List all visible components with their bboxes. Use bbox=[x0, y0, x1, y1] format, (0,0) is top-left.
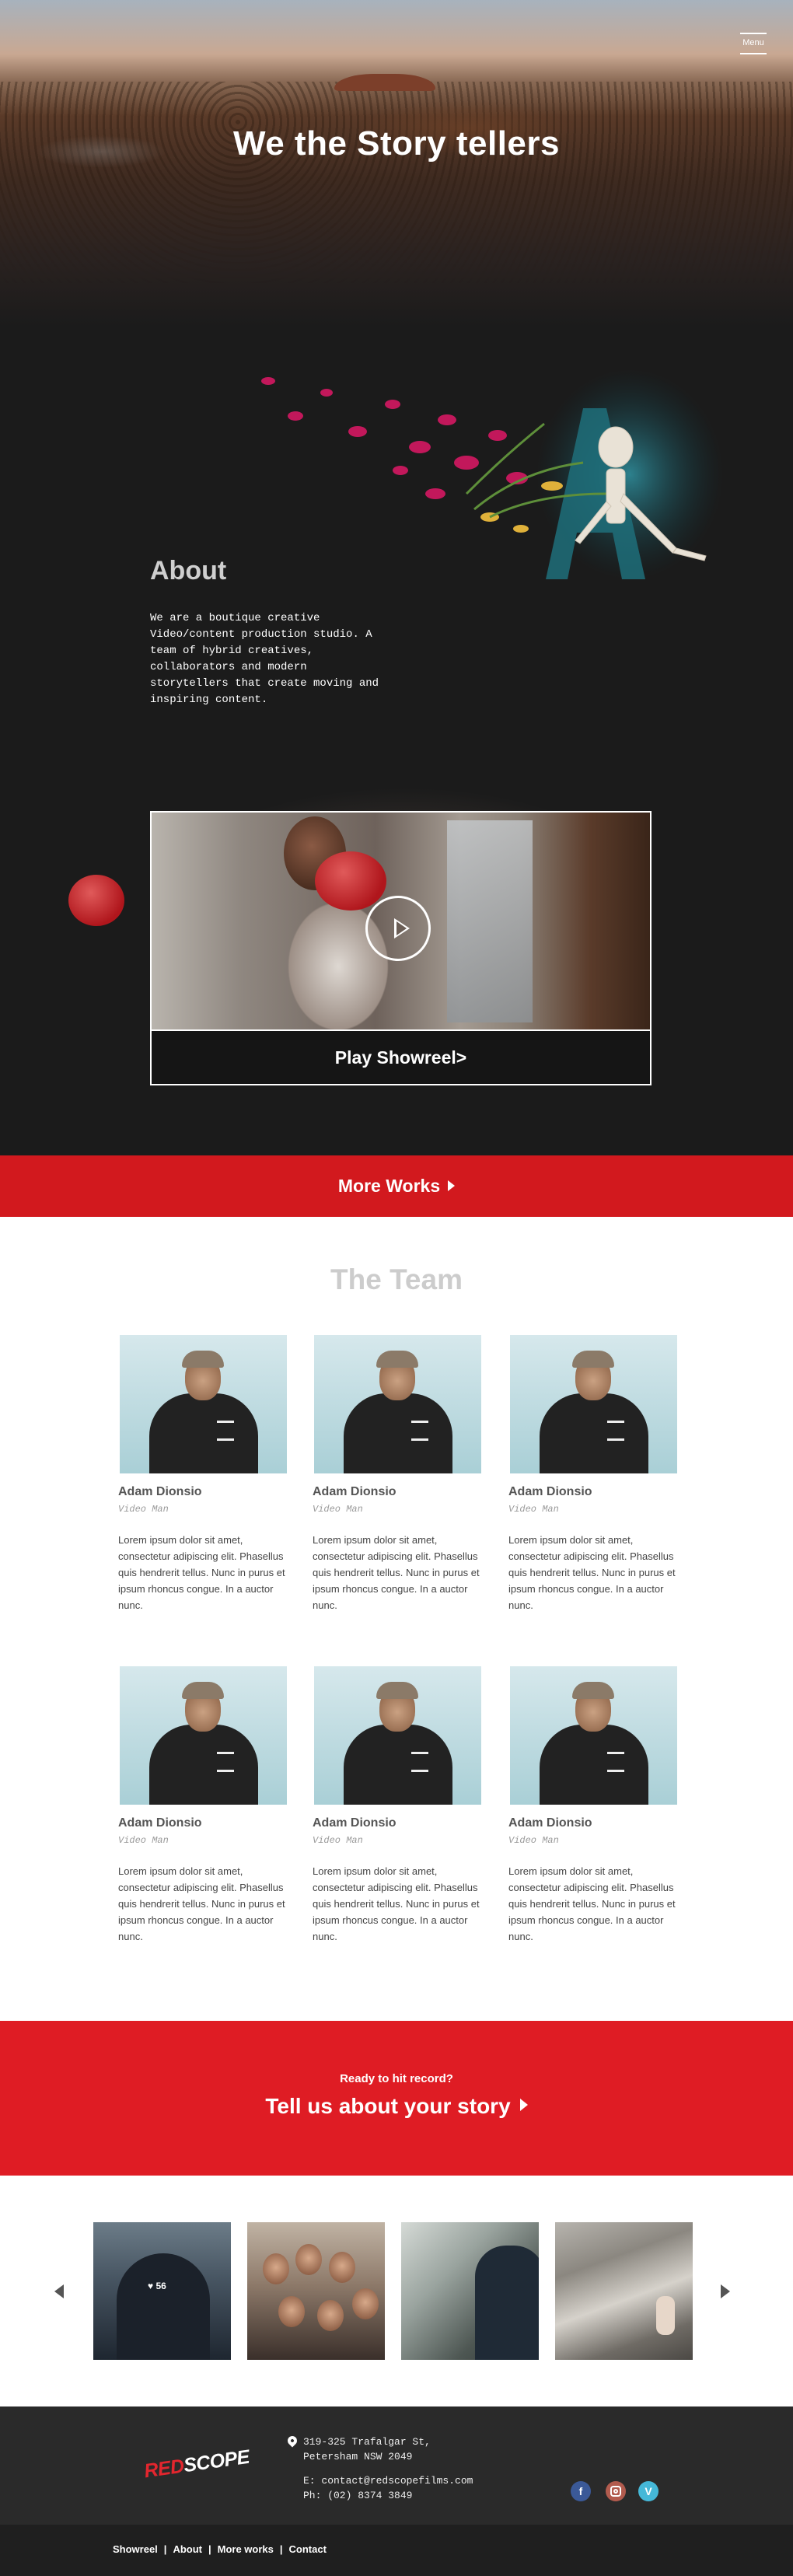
logo-white-part: SCOPE bbox=[182, 2445, 251, 2477]
caret-right-icon bbox=[448, 1180, 456, 1191]
window-background bbox=[447, 820, 533, 1022]
man-figure bbox=[475, 2246, 539, 2360]
nav-separator: | bbox=[163, 2543, 167, 2555]
footer-phone[interactable]: Ph: (02) 8374 3849 bbox=[303, 2488, 473, 2503]
team-title: The Team bbox=[330, 1264, 463, 1295]
bottom-nav-links: Showreel | About | More works | Contact bbox=[113, 2543, 327, 2555]
hero-section: Menu We the Story tellers bbox=[0, 0, 793, 358]
footer-email[interactable]: E: contact@redscopefilms.com bbox=[303, 2473, 473, 2488]
redscope-logo[interactable]: REDSCOPE bbox=[143, 2446, 251, 2483]
boxing-glove-left bbox=[68, 875, 124, 926]
gallery-image[interactable] bbox=[401, 2222, 539, 2360]
about-heading: About bbox=[150, 556, 227, 585]
climber-figure bbox=[656, 2296, 675, 2335]
team-member-role: Video Man bbox=[118, 1504, 169, 1515]
team-member-photo bbox=[510, 1335, 677, 1473]
nav-separator: | bbox=[279, 2543, 283, 2555]
team-member-bio: Lorem ipsum dolor sit amet, consectetur … bbox=[508, 1534, 676, 1611]
team-member-role: Video Man bbox=[118, 1835, 169, 1846]
group-face bbox=[329, 2252, 355, 2283]
group-face bbox=[317, 2300, 344, 2331]
team-member-name: Adam Dionsio bbox=[313, 1485, 396, 1498]
team-member-role: Video Man bbox=[508, 1835, 559, 1846]
boxing-glove-right bbox=[315, 851, 386, 911]
team-member-photo bbox=[120, 1335, 287, 1473]
gallery-image[interactable] bbox=[247, 2222, 385, 2360]
address-line-2: Petersham NSW 2049 bbox=[303, 2451, 413, 2462]
address-line-1: 319-325 Trafalgar St, bbox=[303, 2436, 431, 2448]
team-member-card: Adam Dionsio Video Man Lorem ipsum dolor… bbox=[118, 1666, 293, 1945]
team-member-photo bbox=[314, 1666, 481, 1805]
nav-separator: | bbox=[208, 2543, 211, 2555]
nav-link-showreel[interactable]: Showreel bbox=[113, 2543, 158, 2555]
menu-icon bbox=[740, 33, 767, 34]
menu-label: Menu bbox=[742, 38, 764, 47]
facebook-icon[interactable]: f bbox=[571, 2481, 591, 2501]
team-member-bio: Lorem ipsum dolor sit amet, consectetur … bbox=[313, 1534, 480, 1611]
page: Menu We the Story tellers About We are a… bbox=[0, 0, 793, 2576]
team-member-name: Adam Dionsio bbox=[313, 1816, 396, 1830]
hero-landscape bbox=[0, 82, 793, 284]
gallery-carousel: ♥ 56 bbox=[0, 2176, 793, 2406]
instagram-glyph bbox=[610, 2486, 621, 2497]
group-face bbox=[352, 2288, 379, 2319]
location-pin-icon bbox=[285, 2434, 299, 2448]
team-member-bio: Lorem ipsum dolor sit amet, consectetur … bbox=[118, 1534, 285, 1611]
contact-cta-banner[interactable]: Ready to hit record? Tell us about your … bbox=[0, 2021, 793, 2176]
vimeo-icon[interactable]: V bbox=[638, 2481, 659, 2501]
team-member-card: Adam Dionsio Video Man Lorem ipsum dolor… bbox=[508, 1666, 683, 1945]
group-face bbox=[278, 2296, 305, 2327]
about-artwork bbox=[261, 369, 723, 579]
bottom-nav: Showreel | About | More works | Contact bbox=[0, 2525, 793, 2576]
caret-right-icon bbox=[519, 2099, 528, 2111]
arrow-right-icon[interactable] bbox=[721, 2284, 730, 2298]
team-member-name: Adam Dionsio bbox=[508, 1485, 592, 1498]
more-works-button[interactable]: More Works bbox=[0, 1155, 793, 1217]
team-member-card: Adam Dionsio Video Man Lorem ipsum dolor… bbox=[313, 1335, 487, 1613]
hero-title: We the Story tellers bbox=[233, 124, 560, 163]
arrow-left-icon[interactable] bbox=[54, 2284, 64, 2298]
team-member-photo bbox=[510, 1666, 677, 1805]
team-member-card: Adam Dionsio Video Man Lorem ipsum dolor… bbox=[313, 1666, 487, 1945]
play-triangle bbox=[393, 916, 413, 941]
team-member-card: Adam Dionsio Video Man Lorem ipsum dolor… bbox=[118, 1335, 293, 1613]
cta-title-text: Tell us about your story bbox=[265, 2094, 511, 2118]
group-face bbox=[263, 2253, 289, 2284]
team-member-name: Adam Dionsio bbox=[118, 1485, 202, 1498]
play-icon[interactable] bbox=[365, 896, 431, 961]
cta-title: Tell us about your story bbox=[0, 2094, 793, 2119]
cta-subtitle: Ready to hit record? bbox=[340, 2072, 453, 2085]
footer-address: 319-325 Trafalgar St, Petersham NSW 2049 bbox=[285, 2434, 431, 2464]
team-member-role: Video Man bbox=[313, 1835, 363, 1846]
team-member-role: Video Man bbox=[313, 1504, 363, 1515]
gallery-image[interactable]: ♥ 56 bbox=[93, 2222, 231, 2360]
footer: REDSCOPE 319-325 Trafalgar St, Petersham… bbox=[0, 2406, 793, 2525]
menu-icon-line bbox=[740, 53, 767, 54]
instagram-icon[interactable] bbox=[606, 2481, 626, 2501]
gallery-image[interactable] bbox=[555, 2222, 693, 2360]
nav-link-about[interactable]: About bbox=[173, 2543, 202, 2555]
team-member-photo bbox=[120, 1666, 287, 1805]
hero-rock bbox=[334, 74, 435, 91]
team-member-role: Video Man bbox=[508, 1504, 559, 1515]
logo-red-part: RED bbox=[142, 2455, 186, 2483]
team-member-photo bbox=[314, 1335, 481, 1473]
team-member-name: Adam Dionsio bbox=[118, 1816, 202, 1830]
team-section: The Team Adam Dionsio Video Man Lorem ip… bbox=[0, 1217, 793, 2021]
footer-contact: E: contact@redscopefilms.com Ph: (02) 83… bbox=[303, 2473, 473, 2503]
play-showreel-button[interactable]: Play Showreel> bbox=[150, 1029, 652, 1085]
menu-button[interactable]: Menu bbox=[740, 30, 767, 56]
team-member-name: Adam Dionsio bbox=[508, 1816, 592, 1830]
nav-link-contact[interactable]: Contact bbox=[289, 2543, 327, 2555]
more-works-label: More Works bbox=[337, 1176, 441, 1196]
about-text: We are a boutique creative Video/content… bbox=[150, 612, 379, 706]
team-member-card: Adam Dionsio Video Man Lorem ipsum dolor… bbox=[508, 1335, 683, 1613]
group-face bbox=[295, 2244, 322, 2275]
team-member-bio: Lorem ipsum dolor sit amet, consectetur … bbox=[508, 1865, 676, 1942]
hoodie-print: ♥ 56 bbox=[148, 2281, 166, 2291]
team-member-bio: Lorem ipsum dolor sit amet, consectetur … bbox=[313, 1865, 480, 1942]
hoodie-figure bbox=[117, 2253, 210, 2360]
team-member-bio: Lorem ipsum dolor sit amet, consectetur … bbox=[118, 1865, 285, 1942]
nav-link-more-works[interactable]: More works bbox=[218, 2543, 274, 2555]
